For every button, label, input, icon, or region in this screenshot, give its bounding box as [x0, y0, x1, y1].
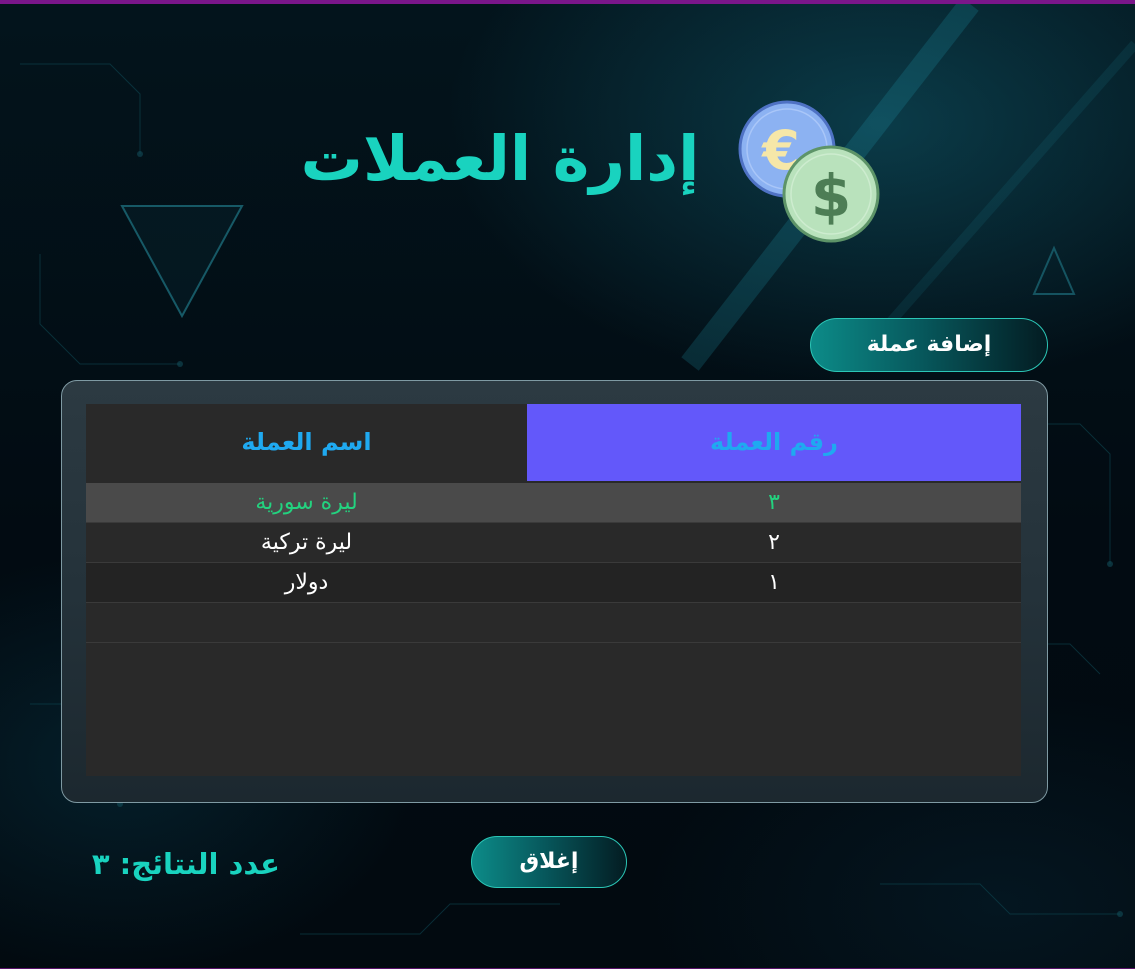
currencies-panel: اسم العملة رقم العملة ليرة سورية ٣ ليرة …	[61, 380, 1048, 803]
currency-coins-logo: € $	[738, 100, 880, 243]
currency-id-cell: ٣	[768, 490, 780, 515]
currency-id-cell: ١	[768, 570, 780, 595]
column-header-currency-id[interactable]: رقم العملة	[527, 404, 1021, 481]
results-count: عدد النتائج: ٣	[91, 847, 280, 881]
currency-management-window: إدارة العملات € $ إضافة عملة اسم العملة …	[0, 0, 1135, 969]
empty-new-row[interactable]	[86, 603, 1021, 643]
table-row[interactable]: ليرة سورية ٣	[86, 483, 1021, 523]
table-row[interactable]: دولار ١	[86, 563, 1021, 603]
currency-id-cell: ٢	[768, 530, 780, 555]
add-currency-button[interactable]: إضافة عملة	[810, 318, 1048, 372]
page-title: إدارة العملات	[300, 122, 700, 195]
currency-name-cell: دولار	[284, 570, 329, 595]
close-button[interactable]: إغلاق	[471, 836, 627, 888]
dollar-symbol: $	[811, 162, 851, 230]
currency-name-cell: ليرة تركية	[260, 530, 353, 555]
column-header-currency-name[interactable]: اسم العملة	[86, 404, 527, 481]
table-row[interactable]: ليرة تركية ٢	[86, 523, 1021, 563]
currency-name-cell: ليرة سورية	[255, 490, 358, 515]
dollar-coin-icon: $	[782, 145, 880, 243]
currencies-table[interactable]: اسم العملة رقم العملة ليرة سورية ٣ ليرة …	[86, 404, 1021, 776]
